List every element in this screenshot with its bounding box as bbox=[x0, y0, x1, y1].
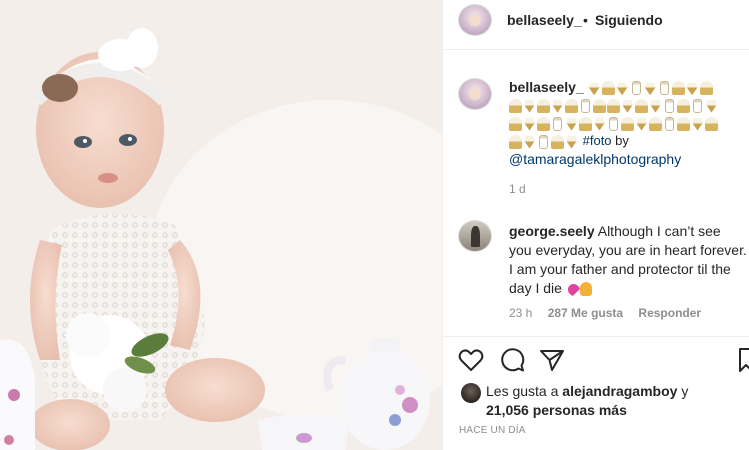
caption-author-avatar[interactable] bbox=[458, 78, 492, 110]
comment-meta: 23 h 287 Me gusta Responder bbox=[509, 306, 713, 320]
caption-by-text: by bbox=[611, 133, 629, 148]
bookmark-icon[interactable] bbox=[739, 348, 749, 372]
comment-bubble-icon[interactable] bbox=[499, 348, 525, 372]
liker-username[interactable]: alejandragamboy bbox=[562, 383, 677, 399]
praying-hands-icon bbox=[579, 282, 592, 297]
following-button[interactable]: Siguiendo bbox=[595, 12, 663, 28]
post-side-panel: bellaseely_ • Siguiendo bellaseely_ #fot… bbox=[442, 0, 749, 450]
likes-prefix: Les gusta a bbox=[486, 383, 563, 399]
post-caption: bellaseely_ #foto by @tamaragaleklphotog… bbox=[509, 78, 747, 168]
actions-divider bbox=[443, 336, 749, 337]
ice-cream-icon bbox=[588, 79, 714, 96]
baby-bottle-icon bbox=[509, 114, 747, 132]
comment: george.seely Although I can’t see you ev… bbox=[509, 222, 747, 298]
cupcake-icon bbox=[509, 96, 747, 114]
baby-photo-illustration bbox=[0, 0, 442, 450]
post-photo[interactable] bbox=[0, 0, 442, 450]
caption-last-line: #foto by bbox=[509, 132, 747, 150]
photographer-mention-link[interactable]: @tamaragaleklphotography bbox=[509, 151, 681, 167]
comment-timestamp[interactable]: 23 h bbox=[509, 306, 532, 320]
post-header: bellaseely_ • Siguiendo bbox=[443, 0, 749, 50]
author-username[interactable]: bellaseely_ bbox=[507, 12, 582, 28]
author-avatar[interactable] bbox=[458, 4, 492, 36]
caption-timestamp[interactable]: 1 d bbox=[509, 182, 526, 196]
paper-plane-icon[interactable] bbox=[539, 348, 565, 372]
two-hearts-icon bbox=[565, 281, 581, 297]
heart-outline-icon[interactable] bbox=[458, 348, 484, 372]
reply-button[interactable]: Responder bbox=[638, 306, 701, 320]
hashtag-link[interactable]: #foto bbox=[583, 133, 612, 148]
header-separator: • bbox=[583, 12, 588, 28]
comment-likes-count[interactable]: 287 Me gusta bbox=[548, 306, 623, 320]
commenter-avatar[interactable] bbox=[458, 220, 492, 252]
commenter-username[interactable]: george.seely bbox=[509, 223, 595, 239]
likes-conjunction: y bbox=[677, 383, 689, 399]
likes-summary: Les gusta a alejandragamboy y 21,056 per… bbox=[486, 382, 741, 420]
liker-avatar[interactable] bbox=[461, 383, 481, 403]
post-timestamp[interactable]: HACE UN DÍA bbox=[459, 425, 526, 436]
caption-author-username[interactable]: bellaseely_ bbox=[509, 79, 584, 95]
likes-others-count[interactable]: 21,056 personas más bbox=[486, 402, 627, 418]
